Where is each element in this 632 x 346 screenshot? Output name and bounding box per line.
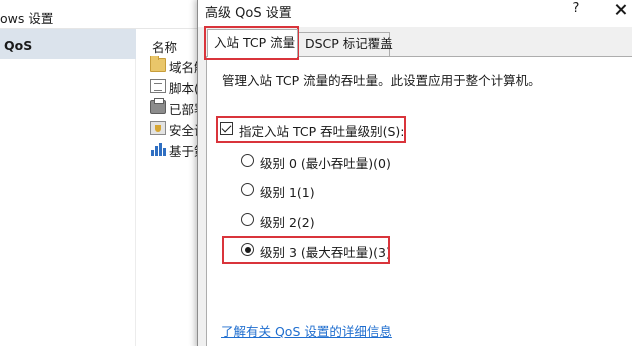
list-item[interactable]: 安全设置: [150, 119, 200, 139]
dialog-titlebar: 高级 QoS 设置 ?: [198, 0, 632, 27]
script-icon: [150, 79, 166, 93]
tree-item-qos[interactable]: QoS: [0, 29, 136, 59]
list-item-label: 脚本(启动/关机): [169, 81, 200, 96]
advanced-qos-settings-dialog: 高级 QoS 设置 ? 入站 TCP 流量 DSCP 标记覆盖 管理入站 TCP…: [197, 0, 632, 346]
list-item[interactable]: 脚本(启动/关机): [150, 77, 200, 97]
radio-label[interactable]: 级别 3 (最大吞吐量)(3): [260, 242, 391, 261]
tab-dscp-marking-override[interactable]: DSCP 标记覆盖: [298, 32, 393, 56]
radio-label[interactable]: 级别 2(2): [260, 212, 315, 231]
security-icon: [150, 121, 166, 135]
list-item[interactable]: 域名解析: [150, 56, 200, 76]
background-window-title: ows 设置: [0, 11, 54, 26]
chart-icon: [150, 142, 166, 156]
description-text: 管理入站 TCP 流量的吞吐量。此设置应用于整个计算机。: [222, 73, 541, 88]
checkbox-label[interactable]: 指定入站 TCP 吞吐量级别(S):: [239, 121, 405, 140]
radio-button[interactable]: [241, 243, 254, 256]
specify-throughput-checkbox[interactable]: [220, 122, 233, 135]
radio-button[interactable]: [241, 183, 254, 196]
printer-icon: [150, 98, 166, 114]
radio-label[interactable]: 级别 0 (最小吞吐量)(0): [260, 153, 391, 172]
list-item-label: 安全设置: [169, 123, 200, 138]
list-column-header-name[interactable]: 名称: [152, 37, 177, 56]
radio-button[interactable]: [241, 213, 254, 226]
list-item-label: 域名解析: [169, 60, 200, 75]
radio-button[interactable]: [241, 154, 254, 167]
list-item-label: 已部署的打印机: [169, 102, 200, 117]
background-window: ows 设置 QoS 名称 域名解析 脚本(启动/关机) 已部署的打印机 安全设…: [0, 0, 200, 346]
background-window-titlebar: ows 设置: [0, 0, 200, 29]
dialog-title: 高级 QoS 设置: [205, 6, 292, 21]
folder-icon: [150, 56, 166, 72]
tab-inbound-tcp-traffic[interactable]: 入站 TCP 流量: [207, 29, 298, 57]
help-button[interactable]: ?: [568, 0, 584, 18]
radio-label[interactable]: 级别 1(1): [260, 182, 315, 201]
tab-panel-inbound-tcp: 管理入站 TCP 流量的吞吐量。此设置应用于整个计算机。 指定入站 TCP 吞吐…: [206, 56, 632, 346]
qos-help-link[interactable]: 了解有关 QoS 设置的详细信息: [221, 321, 392, 340]
tab-strip: 入站 TCP 流量 DSCP 标记覆盖: [198, 27, 632, 57]
list-item[interactable]: 基于策略的 QoS: [150, 140, 200, 160]
close-icon[interactable]: [612, 0, 630, 18]
tree-item-label: QoS: [4, 38, 33, 53]
list-item-label: 基于策略的 QoS: [169, 144, 200, 159]
navigation-tree: QoS: [0, 29, 136, 346]
list-item[interactable]: 已部署的打印机: [150, 98, 200, 118]
